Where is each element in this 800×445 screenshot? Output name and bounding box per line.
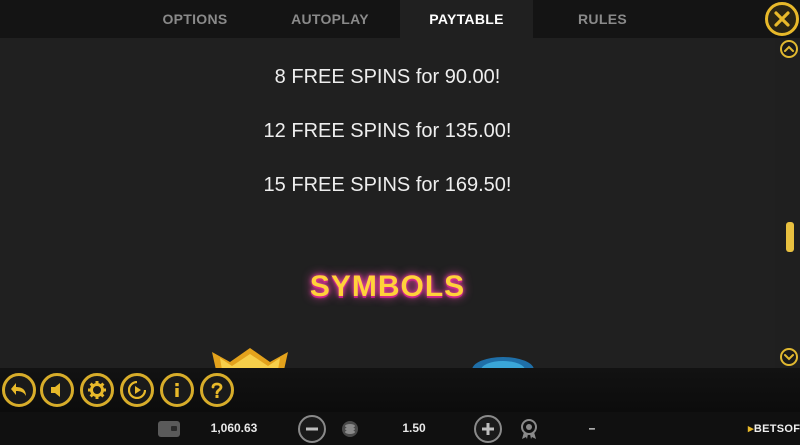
balance-value: 1,060.63 — [210, 421, 258, 435]
minus-icon — [306, 427, 318, 431]
autoplay-button[interactable] — [120, 373, 154, 407]
win-value: – — [588, 421, 596, 435]
back-button[interactable] — [2, 373, 36, 407]
wallet-icon — [158, 421, 180, 437]
back-arrow-icon — [11, 383, 26, 396]
paytable-content: 8 FREE SPINS for 90.00! 12 FREE SPINS fo… — [0, 38, 775, 368]
status-bar: 1,060.63 1.50 – ▸BETSOFT — [0, 412, 800, 445]
close-button[interactable] — [765, 2, 799, 36]
coins-icon — [342, 421, 358, 437]
chevron-down-icon — [784, 354, 794, 361]
help-icon — [211, 382, 223, 398]
plus-icon — [482, 423, 494, 435]
settings-button[interactable] — [80, 373, 114, 407]
bet-value: 1.50 — [402, 421, 426, 435]
free-spins-line: 12 FREE SPINS for 135.00! — [263, 120, 512, 142]
tab-rules[interactable]: RULES — [540, 0, 665, 38]
sound-icon — [51, 383, 60, 397]
decrease-bet-button[interactable] — [298, 415, 326, 443]
free-spins-line: 8 FREE SPINS for 90.00! — [274, 66, 501, 88]
settings-gear-icon — [88, 381, 106, 399]
section-title-symbols: SYMBOLS — [309, 270, 466, 303]
blue-orb-symbol-icon — [472, 357, 534, 368]
tab-options[interactable]: OPTIONS — [130, 0, 260, 38]
help-button[interactable] — [200, 373, 234, 407]
logo-text: BETSOFT — [753, 423, 800, 435]
scroll-down-button[interactable] — [780, 348, 798, 366]
betsoft-logo: ▸BETSOFT — [748, 422, 800, 435]
close-icon — [774, 11, 790, 27]
autoplay-icon — [128, 381, 146, 399]
scrollbar-thumb[interactable] — [786, 222, 794, 252]
tab-autoplay[interactable]: AUTOPLAY — [265, 0, 395, 38]
control-bar — [0, 368, 800, 412]
sound-button[interactable] — [40, 373, 74, 407]
increase-bet-button[interactable] — [474, 415, 502, 443]
info-button[interactable] — [160, 373, 194, 407]
info-icon — [175, 383, 179, 397]
win-award-icon — [521, 419, 537, 439]
chevron-up-icon — [784, 45, 794, 52]
tab-paytable[interactable]: PAYTABLE — [400, 0, 533, 38]
free-spins-line: 15 FREE SPINS for 169.50! — [263, 174, 512, 196]
golden-crown-symbol-icon — [212, 348, 288, 368]
tab-bar: OPTIONS AUTOPLAY PAYTABLE RULES — [0, 0, 800, 38]
scroll-up-button[interactable] — [780, 40, 798, 58]
